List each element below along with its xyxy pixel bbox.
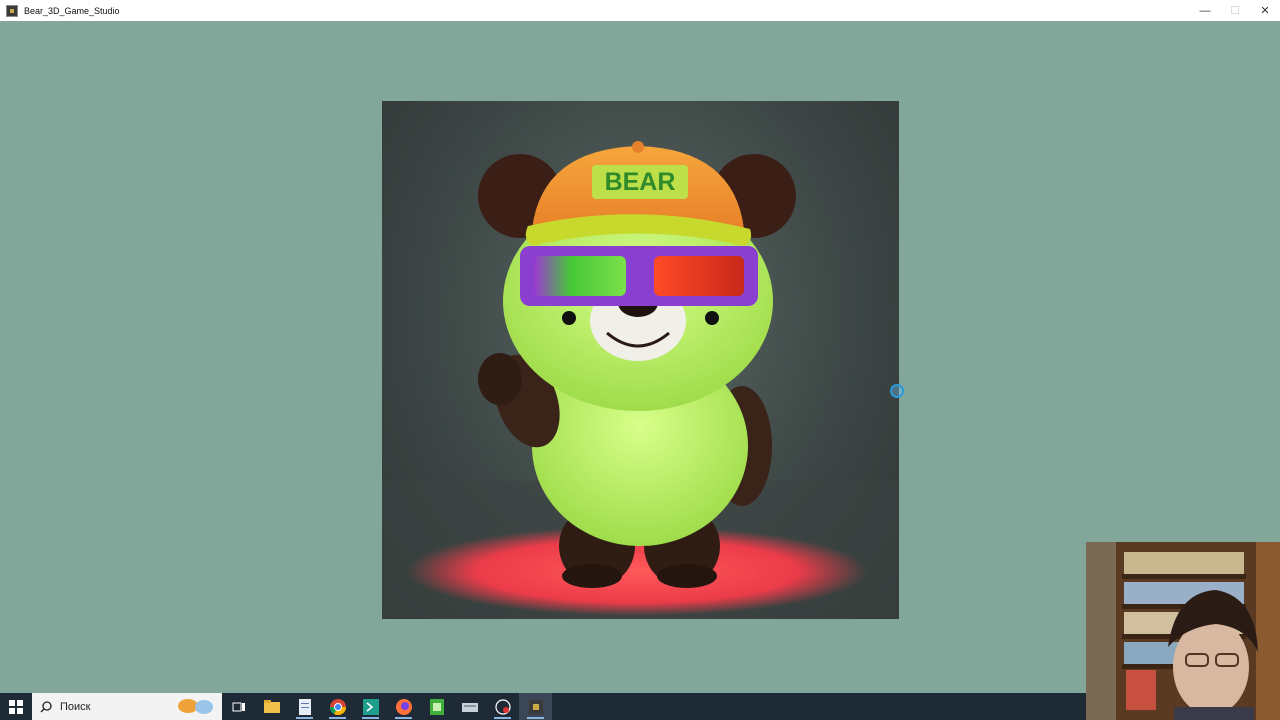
- close-button[interactable]: ✕: [1250, 0, 1280, 21]
- webcam-feed: [1086, 542, 1280, 720]
- file-explorer-icon[interactable]: [255, 693, 288, 720]
- window-controls: — ☐ ✕: [1190, 0, 1280, 21]
- spreadsheet-icon[interactable]: [420, 693, 453, 720]
- mouse-cursor: [890, 384, 904, 398]
- recorder-icon[interactable]: [486, 693, 519, 720]
- webcam-overlay: [1086, 542, 1280, 720]
- search-placeholder: Поиск: [60, 700, 91, 713]
- bear-illustration: BEAR: [382, 141, 899, 619]
- drive-icon[interactable]: [453, 693, 486, 720]
- chrome-icon[interactable]: [321, 693, 354, 720]
- bear-studio-icon[interactable]: [519, 693, 552, 720]
- search-highlight-icon: [178, 699, 213, 714]
- notepad-icon[interactable]: [288, 693, 321, 720]
- windows-start-icon[interactable]: [0, 693, 32, 720]
- app-icon: [6, 4, 18, 17]
- bear-image: BEAR: [382, 101, 899, 619]
- taskbar: Поиск: [0, 693, 1086, 720]
- cap-text: BEAR: [605, 168, 676, 196]
- taskbar-search[interactable]: Поиск: [32, 693, 222, 720]
- task-view-icon[interactable]: [222, 693, 255, 720]
- terminal-icon[interactable]: [354, 693, 387, 720]
- search-icon: [40, 700, 52, 712]
- minimize-button[interactable]: —: [1190, 0, 1220, 21]
- window-title: Bear_3D_Game_Studio: [24, 5, 120, 16]
- firefox-icon[interactable]: [387, 693, 420, 720]
- window-titlebar[interactable]: Bear_3D_Game_Studio — ☐ ✕: [0, 0, 1280, 21]
- maximize-button[interactable]: ☐: [1220, 0, 1250, 21]
